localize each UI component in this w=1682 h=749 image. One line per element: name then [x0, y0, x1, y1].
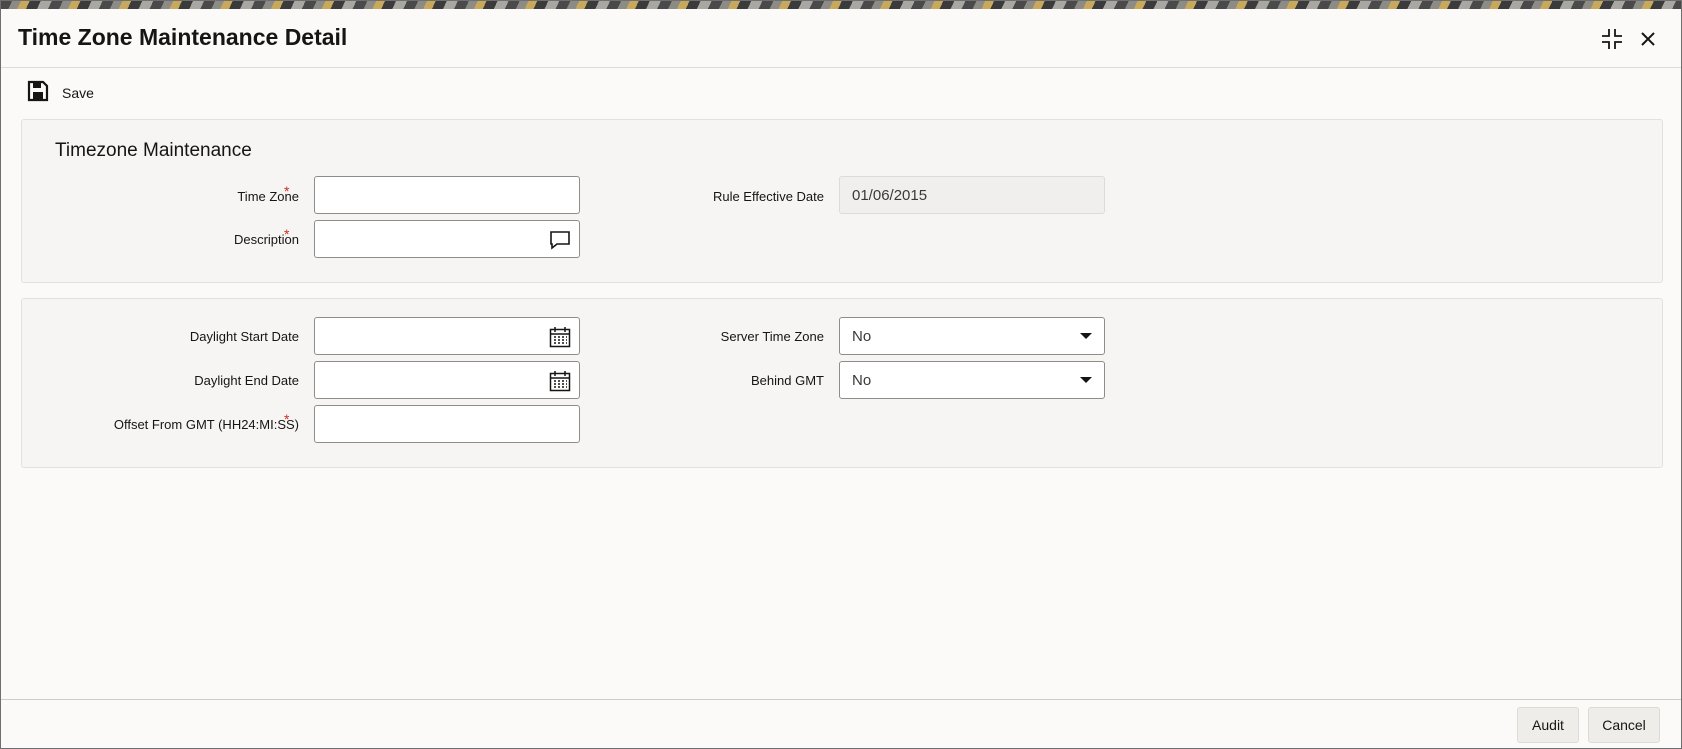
description-input[interactable] [315, 221, 579, 257]
title-bar: Time Zone Maintenance Detail [1, 9, 1681, 68]
page-title: Time Zone Maintenance Detail [18, 24, 348, 50]
calendar-icon[interactable] [547, 324, 573, 350]
cancel-button[interactable]: Cancel [1588, 707, 1660, 743]
behind-gmt-label: Behind GMT [751, 373, 824, 388]
rule-effective-date-label: Rule Effective Date [712, 189, 824, 204]
time-zone-field[interactable] [314, 176, 580, 214]
required-marker: * [284, 226, 290, 242]
chevron-down-icon [1080, 377, 1092, 383]
behind-gmt-select[interactable]: No [839, 361, 1105, 399]
section-title: Timezone Maintenance [55, 140, 252, 161]
behind-gmt-value: No [852, 372, 872, 389]
description-field[interactable] [314, 220, 580, 258]
modal-window: Time Zone Maintenance Detail Save Timezo… [0, 0, 1682, 749]
daylight-end-date-input[interactable] [315, 362, 579, 398]
daylight-start-date-input[interactable] [315, 318, 579, 354]
save-icon [27, 80, 49, 107]
save-label: Save [62, 85, 94, 101]
daylight-end-date-label: Daylight End Date [194, 373, 299, 388]
required-marker: * [284, 411, 290, 427]
required-marker: * [284, 183, 290, 199]
server-time-zone-value: No [852, 328, 872, 345]
daylight-end-date-field[interactable] [314, 361, 580, 399]
audit-button[interactable]: Audit [1517, 707, 1579, 743]
server-time-zone-label: Server Time Zone [720, 329, 824, 344]
toolbar: Save [1, 68, 1681, 118]
server-time-zone-select[interactable]: No [839, 317, 1105, 355]
offset-from-gmt-field[interactable] [314, 405, 580, 443]
daylight-settings-panel: Daylight Start Date Daylight End Date Of… [21, 298, 1663, 468]
calendar-icon[interactable] [547, 368, 573, 394]
footer: Audit Cancel [1, 699, 1681, 748]
rule-effective-date-value: 01/06/2015 [852, 187, 928, 204]
daylight-start-date-field[interactable] [314, 317, 580, 355]
comment-icon[interactable] [547, 227, 573, 253]
time-zone-label: Time Zone [237, 189, 299, 204]
decorative-header-strip [1, 1, 1681, 9]
timezone-maintenance-panel: Timezone Maintenance Time Zone * Descrip… [21, 119, 1663, 283]
daylight-start-date-label: Daylight Start Date [189, 329, 299, 344]
collapse-icon[interactable] [1598, 25, 1626, 53]
close-icon[interactable] [1634, 25, 1662, 53]
chevron-down-icon [1080, 333, 1092, 339]
rule-effective-date-field: 01/06/2015 [839, 176, 1105, 214]
offset-from-gmt-label: Offset From GMT (HH24:MI:SS) [113, 417, 299, 432]
save-button[interactable]: Save [27, 80, 94, 106]
time-zone-input[interactable] [315, 177, 579, 213]
offset-from-gmt-input[interactable] [315, 406, 579, 442]
